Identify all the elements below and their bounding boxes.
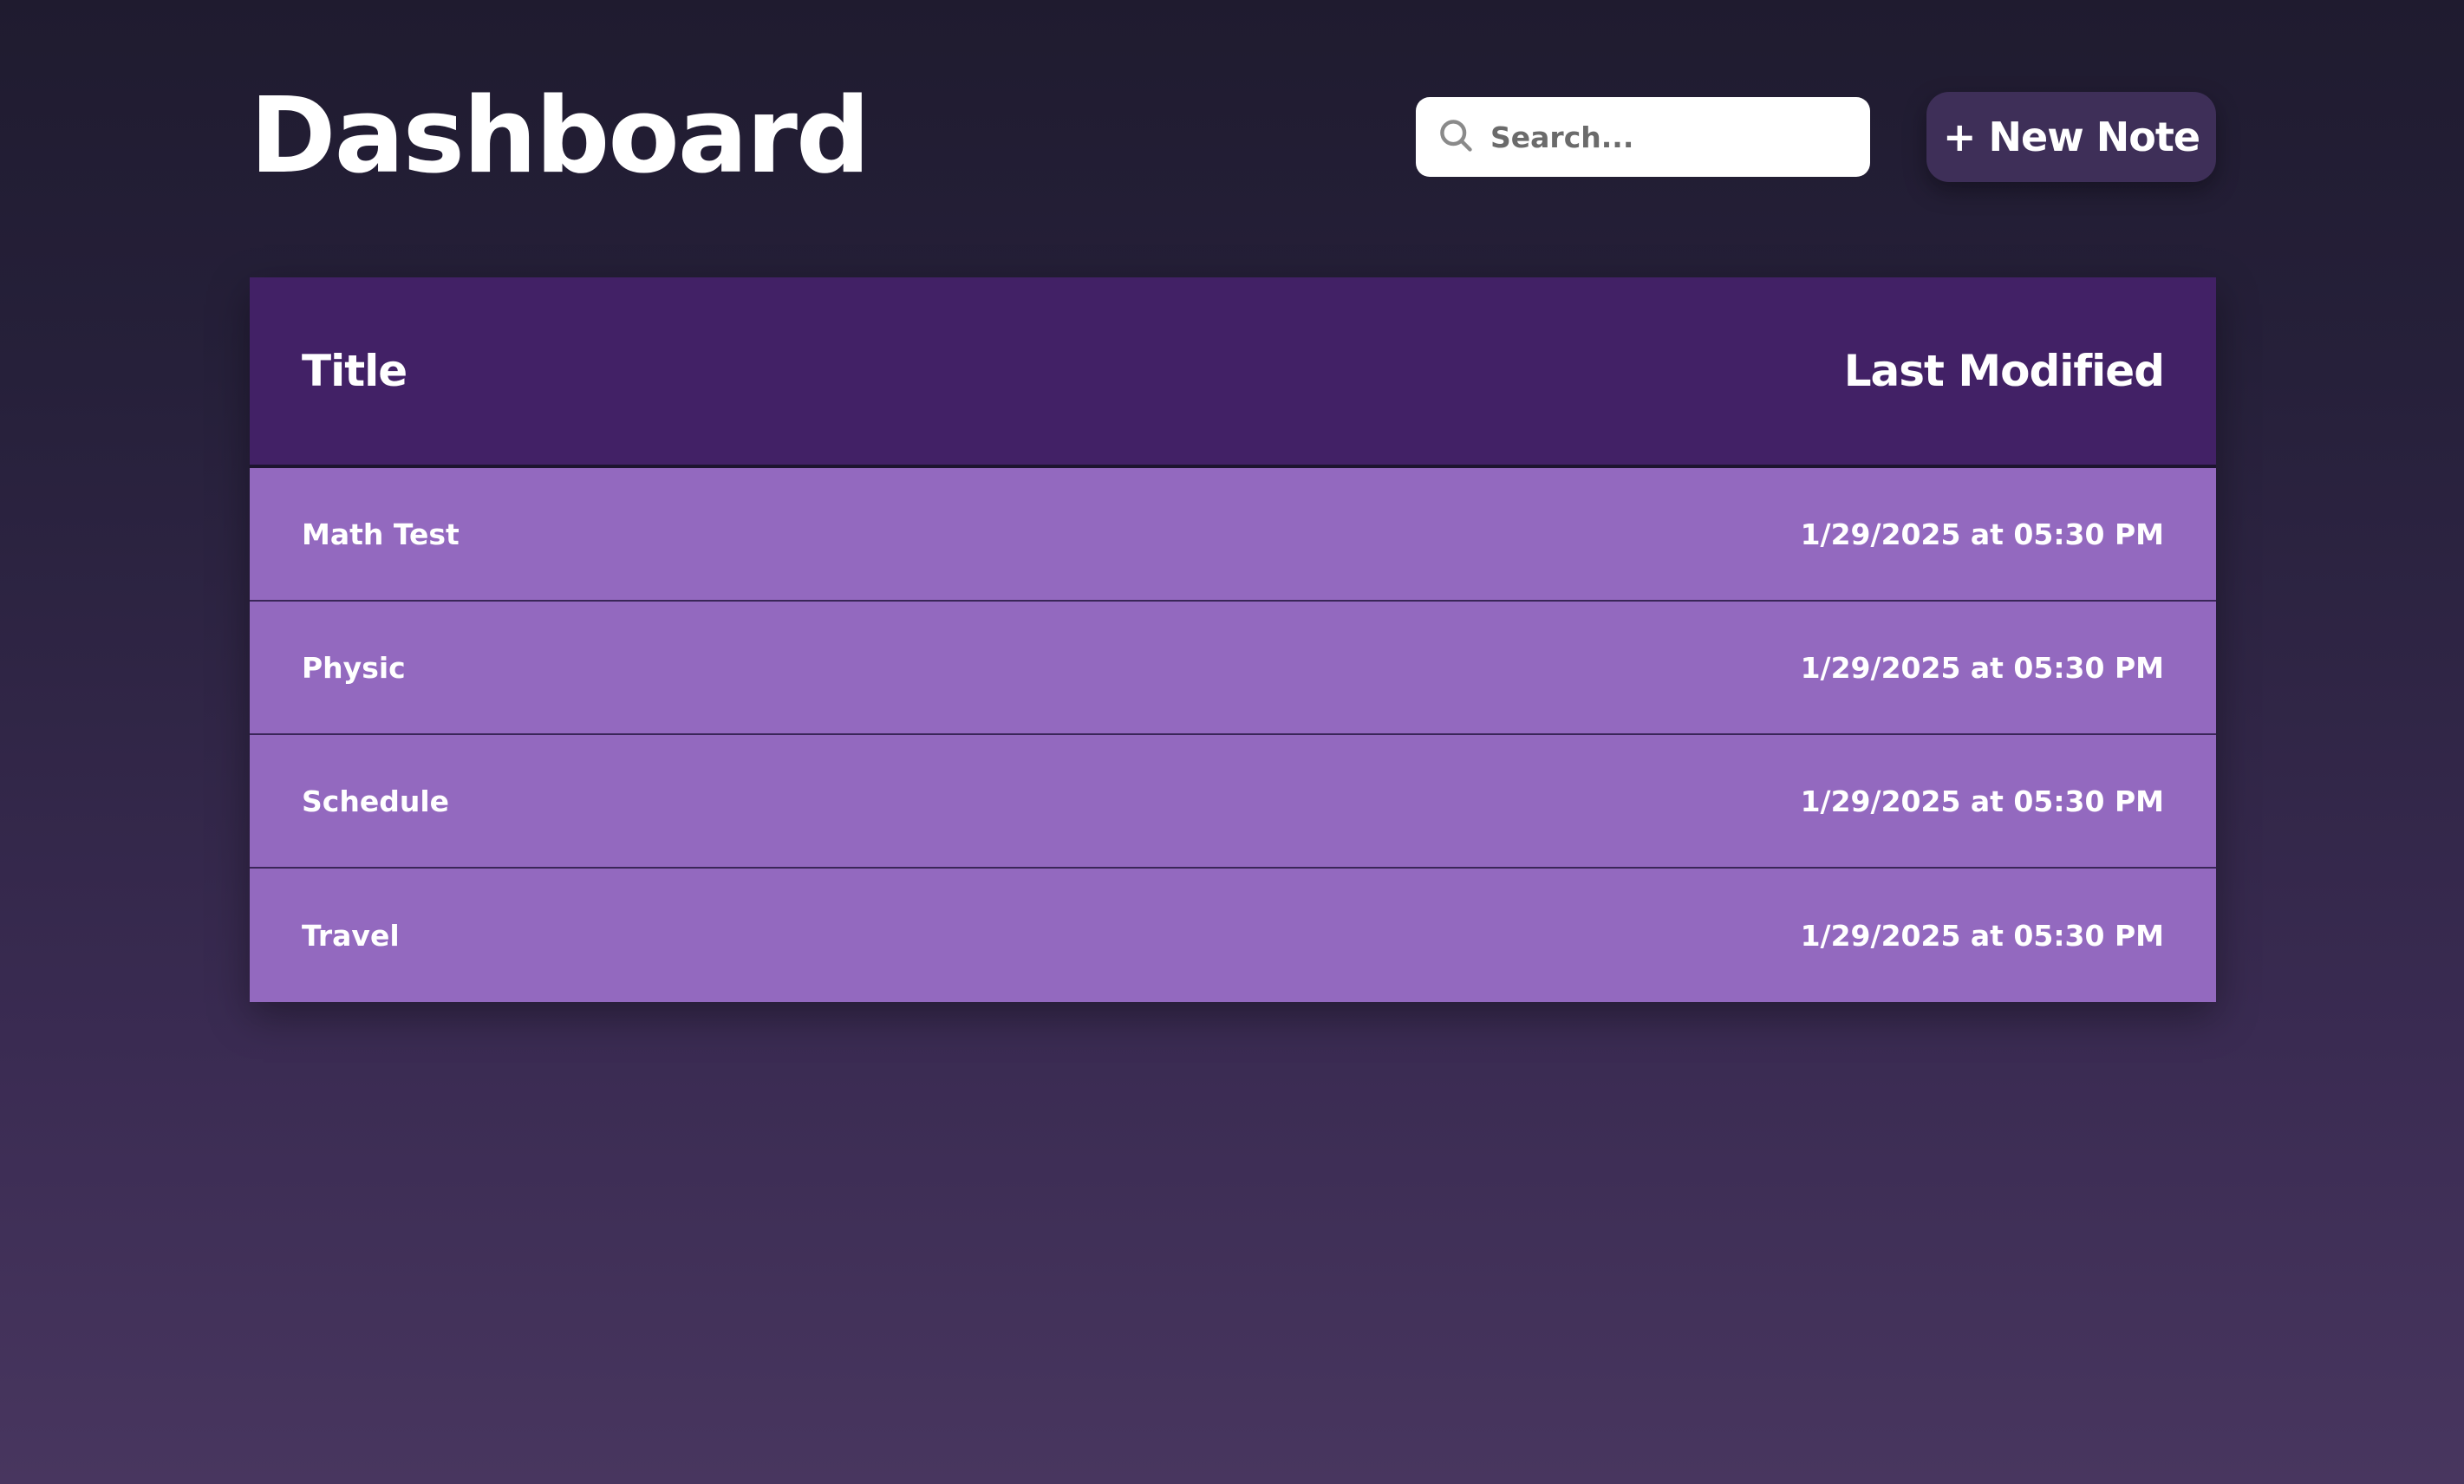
table-row[interactable]: Physic 1/29/2025 at 05:30 PM: [250, 602, 2216, 735]
table-row[interactable]: Math Test 1/29/2025 at 05:30 PM: [250, 468, 2216, 602]
note-last-modified: 1/29/2025 at 05:30 PM: [1800, 918, 2164, 953]
table-row[interactable]: Schedule 1/29/2025 at 05:30 PM: [250, 735, 2216, 869]
note-last-modified: 1/29/2025 at 05:30 PM: [1800, 517, 2164, 551]
note-title: Physic: [302, 650, 406, 685]
note-title: Math Test: [302, 517, 460, 551]
notes-table: Title Last Modified Math Test 1/29/2025 …: [250, 277, 2216, 1002]
note-last-modified: 1/29/2025 at 05:30 PM: [1800, 650, 2164, 685]
new-note-button[interactable]: + New Note: [1926, 92, 2216, 182]
column-header-last-modified[interactable]: Last Modified: [1844, 346, 2165, 396]
table-row[interactable]: Travel 1/29/2025 at 05:30 PM: [250, 869, 2216, 1002]
search-input[interactable]: [1490, 111, 1855, 163]
column-header-title[interactable]: Title: [302, 346, 407, 396]
note-title: Schedule: [302, 784, 450, 818]
page-title: Dashboard: [250, 76, 870, 197]
search-icon: [1437, 116, 1475, 158]
note-last-modified: 1/29/2025 at 05:30 PM: [1800, 784, 2164, 818]
header: Dashboard + New Note: [250, 78, 2216, 195]
search-box[interactable]: [1416, 97, 1870, 177]
note-title: Travel: [302, 918, 400, 953]
table-header: Title Last Modified: [250, 277, 2216, 468]
